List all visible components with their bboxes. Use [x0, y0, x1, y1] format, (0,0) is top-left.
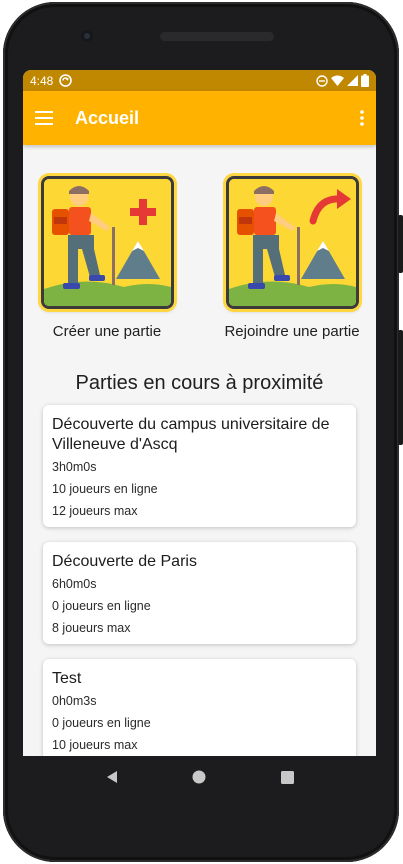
- game-duration: 0h0m3s: [52, 694, 97, 708]
- game-name: Test: [52, 670, 82, 687]
- power-button: [398, 215, 403, 273]
- screen: 4:48 Accueil Créer une partie Rejoindre …: [23, 70, 376, 756]
- create-game-label: Créer une partie: [52, 323, 162, 340]
- navigation-bar: [23, 756, 376, 798]
- status-bar: 4:48: [23, 70, 376, 91]
- create-game-button[interactable]: Créer une partie: [27, 176, 187, 340]
- game-card[interactable]: Découverte de Paris 6h0m0s 0 joueurs en …: [43, 542, 356, 644]
- front-camera: [81, 30, 93, 42]
- hiker-plus-illustration-icon: [43, 179, 171, 306]
- join-game-button[interactable]: Rejoindre une partie: [212, 176, 372, 340]
- back-icon[interactable]: [97, 762, 127, 792]
- status-time: 4:48: [30, 73, 54, 88]
- cell-signal-icon: [347, 75, 358, 86]
- page-title: Accueil: [75, 107, 140, 128]
- status-icons: [316, 74, 369, 87]
- volume-button: [398, 330, 403, 445]
- nearby-games-heading: Parties en cours à proximité: [75, 372, 324, 394]
- game-card[interactable]: Découverte du campus universitaire de Vi…: [43, 405, 356, 527]
- game-card[interactable]: Test 0h0m3s 0 joueurs en ligne 10 joueur…: [43, 659, 356, 756]
- games-list: Découverte du campus universitaire de Vi…: [23, 405, 376, 756]
- main-content: Créer une partie Rejoindre une partie Pa…: [23, 145, 376, 756]
- home-icon[interactable]: [184, 762, 214, 792]
- recents-icon[interactable]: [272, 762, 302, 792]
- game-duration: 3h0m0s: [52, 460, 97, 474]
- do-not-disturb-icon: [316, 74, 328, 87]
- hiker-arrow-illustration-icon: [228, 179, 356, 306]
- sync-icon: [59, 74, 73, 87]
- game-max-players: 12 joueurs max: [52, 504, 138, 518]
- game-name: Découverte du campus universitaire de Vi…: [52, 416, 330, 453]
- more-vert-icon[interactable]: [360, 110, 364, 126]
- menu-icon[interactable]: [35, 111, 53, 125]
- game-max-players: 8 joueurs max: [52, 621, 131, 635]
- game-name: Découverte de Paris: [52, 553, 197, 570]
- action-tiles: Créer une partie Rejoindre une partie: [23, 176, 376, 340]
- create-game-tile[interactable]: [40, 176, 174, 309]
- game-online-players: 0 joueurs en ligne: [52, 716, 151, 730]
- join-game-label: Rejoindre une partie: [224, 323, 360, 340]
- battery-icon: [361, 74, 369, 87]
- game-max-players: 10 joueurs max: [52, 738, 138, 752]
- earpiece-speaker: [160, 32, 274, 41]
- game-online-players: 10 joueurs en ligne: [52, 482, 158, 496]
- game-duration: 6h0m0s: [52, 577, 97, 591]
- game-online-players: 0 joueurs en ligne: [52, 599, 151, 613]
- wifi-icon: [331, 75, 344, 86]
- app-bar: Accueil: [23, 91, 376, 145]
- join-game-tile[interactable]: [225, 176, 359, 309]
